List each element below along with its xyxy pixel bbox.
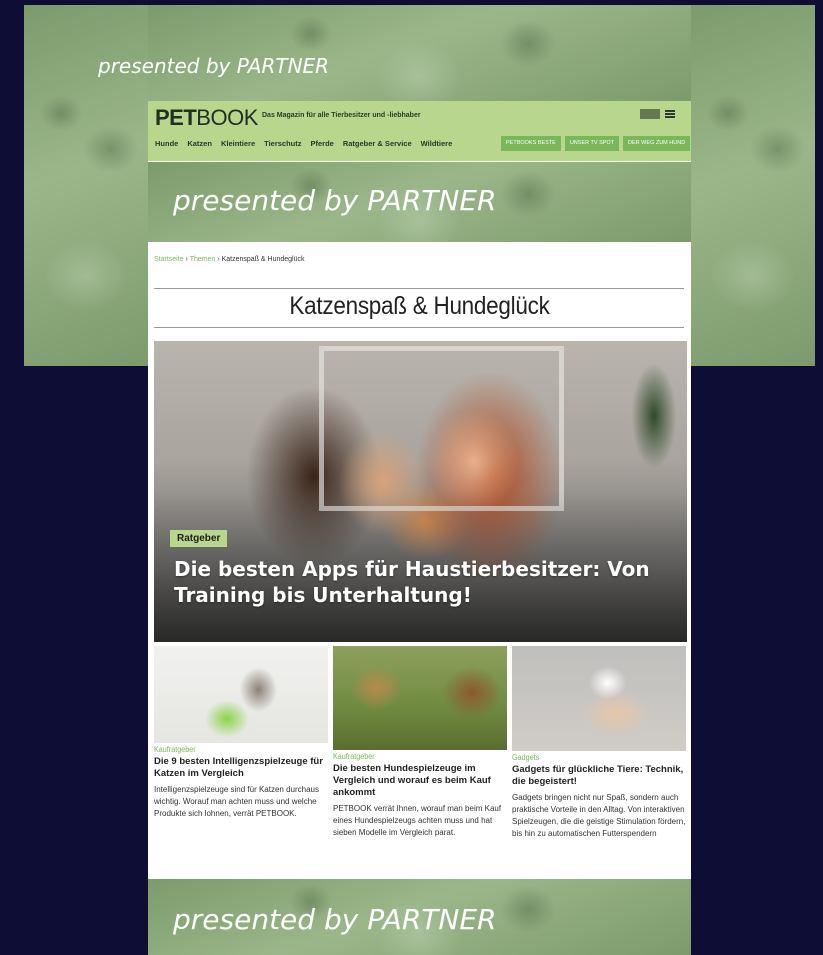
breadcrumb-home[interactable]: Startseite	[154, 256, 184, 263]
teaser-title[interactable]: Die 9 besten Intelligenzspielzeuge für K…	[154, 756, 328, 780]
hero-image-plant	[624, 341, 684, 491]
teaser-image-cat-toy[interactable]	[154, 646, 328, 743]
teaser-text: PETBOOK verrät Ihnen, worauf man beim Ka…	[333, 804, 502, 837]
partner-banner-top[interactable]	[148, 5, 691, 101]
tv-spot-button[interactable]: UNSER TV SPOT	[564, 136, 620, 151]
site-tagline: Das Magazin für alle Tierbesitzer und -l…	[262, 112, 421, 119]
partner-label-middle: presented by PARTNER	[173, 184, 497, 217]
weg-zum-hund-button[interactable]: DER WEG ZUM HUND	[623, 136, 691, 151]
teaser-text: Intelligenzspielzeuge sind für Katzen du…	[154, 785, 319, 818]
teaser-card[interactable]: Kaufratgeber Die 9 besten Intelligenzspi…	[154, 646, 328, 820]
nav-item-kleintiere[interactable]: Kleintiere	[221, 139, 255, 148]
nav-item-hunde[interactable]: Hunde	[155, 139, 178, 148]
header-icons	[640, 109, 675, 119]
breadcrumb-current: Katzenspaß & Hundeglück	[221, 256, 305, 263]
partner-banner-bottom[interactable]: presented by PARTNER	[148, 879, 691, 955]
breadcrumb: Startseite › Themen › Katzenspaß & Hunde…	[154, 256, 305, 263]
hero-image-shelf	[319, 346, 564, 511]
petbooks-beste-button[interactable]: PETBOOKS BESTE	[501, 136, 561, 151]
breadcrumb-themen[interactable]: Themen	[190, 256, 216, 263]
teaser-text: Gadgets bringen nicht nur Spaß, sondern …	[512, 793, 686, 838]
partner-banner-middle[interactable]: presented by PARTNER	[148, 162, 691, 242]
hero-teaser[interactable]: Ratgeber Die besten Apps für Haustierbes…	[154, 341, 687, 642]
teaser-image-pet-camera[interactable]	[512, 646, 686, 751]
title-rule-top	[154, 288, 684, 289]
partner-label-bottom: presented by PARTNER	[173, 903, 497, 936]
nav-item-pferde[interactable]: Pferde	[311, 139, 334, 148]
teaser-image-dogs-toy[interactable]	[333, 646, 507, 750]
teaser-card[interactable]: Kaufratgeber Die besten Hundespielzeuge …	[333, 646, 507, 839]
menu-icon[interactable]	[665, 110, 675, 118]
partner-label-top: presented by PARTNER	[98, 54, 330, 78]
article-page: PETBOOK Das Magazin für alle Tierbesitze…	[148, 101, 691, 879]
nav-item-ratgeber[interactable]: Ratgeber & Service	[343, 139, 412, 148]
nav-item-katzen[interactable]: Katzen	[187, 139, 212, 148]
nav-item-wildtiere[interactable]: Wildtiere	[421, 139, 453, 148]
teaser-card[interactable]: Gadgets Gadgets für glückliche Tiere: Te…	[512, 646, 686, 840]
teaser-title[interactable]: Gadgets für glückliche Tiere: Technik, d…	[512, 764, 686, 788]
page-title: Katzenspaß & Hundeglück	[289, 292, 550, 320]
teaser-category: Kaufratgeber	[333, 752, 375, 761]
title-rule-bottom	[154, 327, 684, 328]
brand-mark-icon[interactable]	[640, 109, 660, 119]
partner-background-right	[691, 5, 815, 366]
nav-buttons: PETBOOKS BESTE UNSER TV SPOT DER WEG ZUM…	[501, 136, 691, 151]
site-header: PETBOOK Das Magazin für alle Tierbesitze…	[148, 101, 691, 161]
hero-title[interactable]: Die besten Apps für Haustierbesitzer: Vo…	[174, 556, 674, 608]
teaser-category: Gadgets	[512, 753, 540, 762]
nav-item-tierschutz[interactable]: Tierschutz	[264, 139, 301, 148]
hero-category-badge: Ratgeber	[170, 530, 228, 547]
teaser-category: Kaufratgeber	[154, 745, 196, 754]
main-nav: Hunde Katzen Kleintiere Tierschutz Pferd…	[155, 139, 452, 148]
teaser-title[interactable]: Die besten Hundespielzeuge im Vergleich …	[333, 763, 507, 799]
petbook-logo[interactable]: PETBOOK	[155, 105, 258, 131]
